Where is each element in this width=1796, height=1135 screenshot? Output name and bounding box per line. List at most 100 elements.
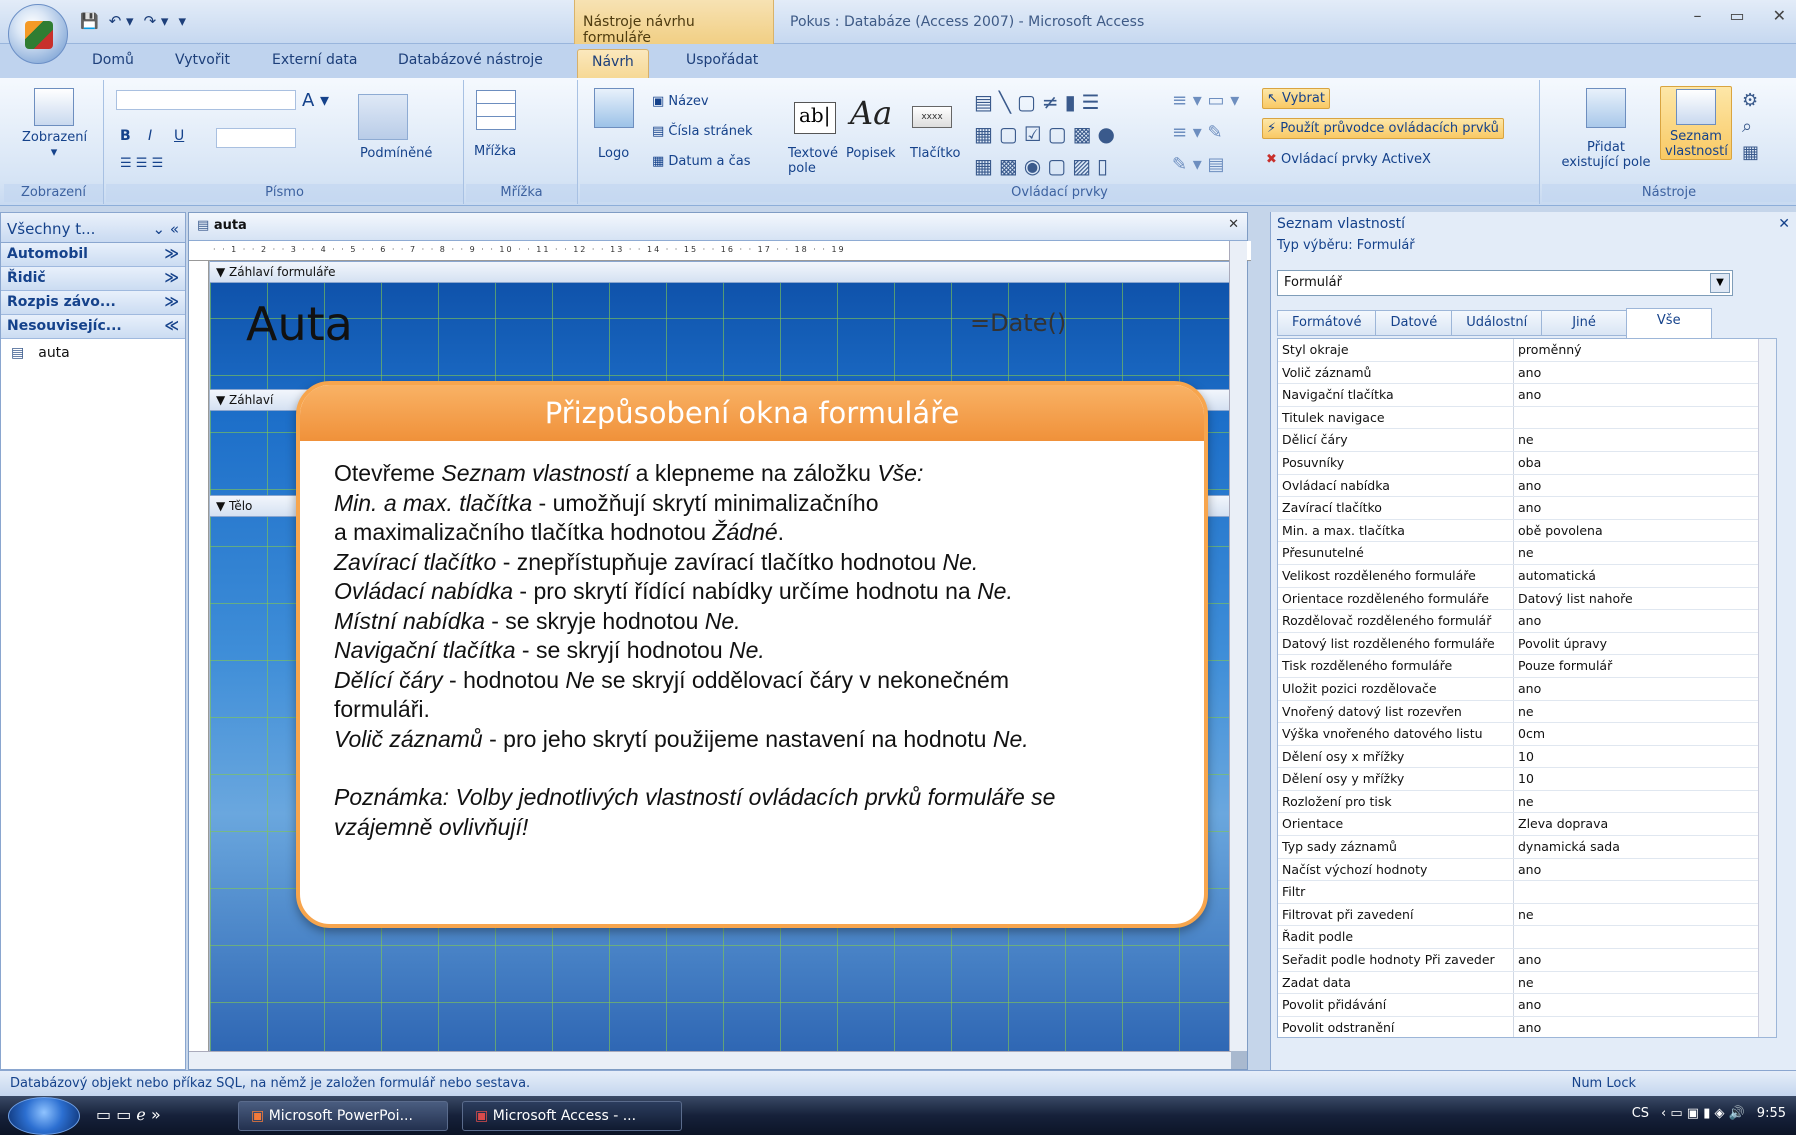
property-row[interactable]: Min. a max. tlačítka obě povolena xyxy=(1278,519,1776,543)
nav-item-auta[interactable]: ▤ auta xyxy=(1,339,185,367)
line-color-icons[interactable]: ✎ ▾ ▤ xyxy=(1172,154,1225,175)
taskbar-access[interactable]: ▣ Microsoft Access - ... xyxy=(462,1101,682,1131)
font-combo[interactable] xyxy=(116,90,296,110)
customize-qat-icon[interactable]: ▾ xyxy=(178,12,186,30)
property-row[interactable]: Vnořený datový list rozevřen ne xyxy=(1278,700,1776,724)
property-value[interactable]: ano xyxy=(1514,949,1776,971)
property-row[interactable]: Zavírací tlačítko ano xyxy=(1278,497,1776,520)
tab-usporadat[interactable]: Uspořádat xyxy=(686,52,758,68)
language-indicator[interactable]: CS xyxy=(1632,1106,1649,1121)
property-value[interactable]: ano xyxy=(1514,384,1776,406)
property-value[interactable]: Datový list nahoře xyxy=(1514,588,1776,610)
nav-group-rozpis[interactable]: Rozpis závo... ≫ xyxy=(1,291,185,315)
property-value[interactable]: ano xyxy=(1514,1017,1776,1037)
underline-button[interactable]: U xyxy=(174,128,184,144)
view-button[interactable]: Zobrazení ▾ xyxy=(22,88,87,160)
property-row[interactable]: Dělení osy x mřížky 10 xyxy=(1278,745,1776,769)
property-row[interactable]: Filtr xyxy=(1278,881,1776,904)
property-value[interactable]: ne xyxy=(1514,972,1776,994)
property-value[interactable]: oba xyxy=(1514,452,1776,474)
redo-icon[interactable]: ↷ ▾ xyxy=(144,12,169,30)
property-value[interactable]: ne xyxy=(1514,791,1776,813)
property-row[interactable]: Styl okraje proměnný xyxy=(1278,339,1776,362)
line-style-icons[interactable]: ≡ ▾ ▭ ▾ xyxy=(1172,90,1239,111)
nav-group-ridic[interactable]: Řidič ≫ xyxy=(1,267,185,291)
property-value[interactable]: Pouze formulář xyxy=(1514,655,1776,677)
save-icon[interactable]: 💾 xyxy=(80,12,99,30)
property-value[interactable]: ne xyxy=(1514,542,1776,564)
quick-launch-icons[interactable]: ▭ ▭ ℯ » xyxy=(96,1105,161,1124)
activex-controls-button[interactable]: ✖ Ovládací prvky ActiveX xyxy=(1266,152,1431,167)
property-row[interactable]: Přesunutelné ne xyxy=(1278,542,1776,565)
property-value[interactable]: ano xyxy=(1514,497,1776,519)
tab-domu[interactable]: Domů xyxy=(92,52,134,68)
property-grid-scrollbar[interactable] xyxy=(1758,339,1776,1037)
title-button[interactable]: ▣ Název xyxy=(652,94,709,109)
property-value[interactable]: Zleva doprava xyxy=(1514,813,1776,835)
document-tab[interactable]: ▤ auta ✕ xyxy=(189,213,1247,241)
tab-datove[interactable]: Datové xyxy=(1375,310,1453,336)
close-icon[interactable]: ✕ xyxy=(1778,216,1790,232)
property-row[interactable]: Typ sady záznamů dynamická sada xyxy=(1278,836,1776,859)
font-size-grow-icon[interactable]: A ▾ xyxy=(302,90,329,111)
property-value[interactable]: ano xyxy=(1514,362,1776,384)
property-value[interactable]: 10 xyxy=(1514,746,1776,768)
property-row[interactable]: Volič záznamů ano xyxy=(1278,361,1776,385)
controls-row3-icons[interactable]: ▦▩◉▢▨▯ xyxy=(974,154,1114,178)
button-control-button[interactable]: Tlačítko xyxy=(910,146,960,161)
property-row[interactable]: Načíst výchozí hodnoty ano xyxy=(1278,858,1776,882)
property-row[interactable]: Výška vnořeného datového listu 0cm xyxy=(1278,723,1776,746)
property-row[interactable]: Dělicí čáry ne xyxy=(1278,429,1776,452)
use-control-wizards-button[interactable]: ⚡ Použít průvodce ovládacích prvků xyxy=(1262,118,1504,139)
add-existing-fields-button[interactable]: Přidat existující pole xyxy=(1554,140,1658,170)
property-value[interactable]: ano xyxy=(1514,475,1776,497)
grid-button[interactable]: Mřížka xyxy=(474,144,516,159)
property-row[interactable]: Orientace rozděleného formuláře Datový li… xyxy=(1278,587,1776,611)
property-row[interactable]: Ovládací nabídka ano xyxy=(1278,474,1776,498)
tray-icons[interactable]: ‹ ▭ ▣ ▮ ◈ 🔊 xyxy=(1661,1106,1745,1121)
property-row[interactable]: Rozložení pro tisk ne xyxy=(1278,790,1776,814)
property-row[interactable]: Zadat data ne xyxy=(1278,971,1776,995)
property-sheet-button[interactable]: Seznam vlastností xyxy=(1660,86,1732,160)
property-value[interactable]: ano xyxy=(1514,610,1776,632)
vertical-scrollbar[interactable] xyxy=(1229,241,1247,1051)
nav-collapse-icon[interactable]: ⌄ « xyxy=(152,220,179,238)
nav-group-nesouvisejici[interactable]: Nesouvisejíc... ≪ xyxy=(1,315,185,339)
italic-button[interactable]: I xyxy=(148,128,152,144)
tab-jine[interactable]: Jiné xyxy=(1541,310,1627,336)
tab-vytvorit[interactable]: Vytvořit xyxy=(175,52,230,68)
property-value[interactable]: ne xyxy=(1514,701,1776,723)
taskbar-powerpoint[interactable]: ▣ Microsoft PowerPoi... xyxy=(238,1101,448,1131)
property-value[interactable]: 0cm xyxy=(1514,723,1776,745)
form-title-label[interactable]: Auta xyxy=(246,297,353,351)
property-value[interactable] xyxy=(1514,407,1776,429)
minimize-button[interactable]: – xyxy=(1693,6,1701,25)
select-button[interactable]: ↖ Vybrat xyxy=(1262,88,1330,109)
property-row[interactable]: Filtrovat při zavedení ne xyxy=(1278,903,1776,927)
label-button[interactable]: Popisek xyxy=(846,146,896,161)
property-value[interactable]: obě povolena xyxy=(1514,520,1776,542)
horizontal-scrollbar[interactable] xyxy=(189,1051,1231,1069)
property-value[interactable]: ano xyxy=(1514,859,1776,881)
date-textbox[interactable]: =Date() xyxy=(970,309,1066,337)
controls-row1-icons[interactable]: ▤╲▢≠▮☰ xyxy=(974,90,1106,114)
date-time-button[interactable]: ▦ Datum a čas xyxy=(652,154,751,169)
page-numbers-button[interactable]: ▤ Čísla stránek xyxy=(652,124,753,139)
property-row[interactable]: Tisk rozděleného formuláře Pouze formulář xyxy=(1278,655,1776,678)
restore-button[interactable]: ▭ xyxy=(1729,6,1744,25)
clock[interactable]: 9:55 xyxy=(1757,1106,1786,1121)
property-value[interactable]: dynamická sada xyxy=(1514,836,1776,858)
property-value[interactable]: ne xyxy=(1514,429,1776,451)
property-row[interactable]: Titulek navigace xyxy=(1278,406,1776,430)
property-value[interactable]: Povolit úpravy xyxy=(1514,633,1776,655)
property-row[interactable]: Dělení osy y mřížky 10 xyxy=(1278,768,1776,791)
property-value[interactable]: ne xyxy=(1514,904,1776,926)
property-value[interactable]: automatická xyxy=(1514,565,1776,587)
property-row[interactable]: Navigační tlačítka ano xyxy=(1278,384,1776,407)
object-selector[interactable]: Formulář ▼ xyxy=(1277,270,1733,296)
chevron-down-icon[interactable]: ▼ xyxy=(1710,273,1730,293)
property-row[interactable]: Datový list rozděleného formuláře Povolit… xyxy=(1278,632,1776,656)
line-width-icons[interactable]: ≡ ▾ ✎ xyxy=(1172,122,1223,143)
tab-externi-data[interactable]: Externí data xyxy=(272,52,358,68)
nav-header[interactable]: Všechny t... ⌄ « xyxy=(1,213,185,243)
